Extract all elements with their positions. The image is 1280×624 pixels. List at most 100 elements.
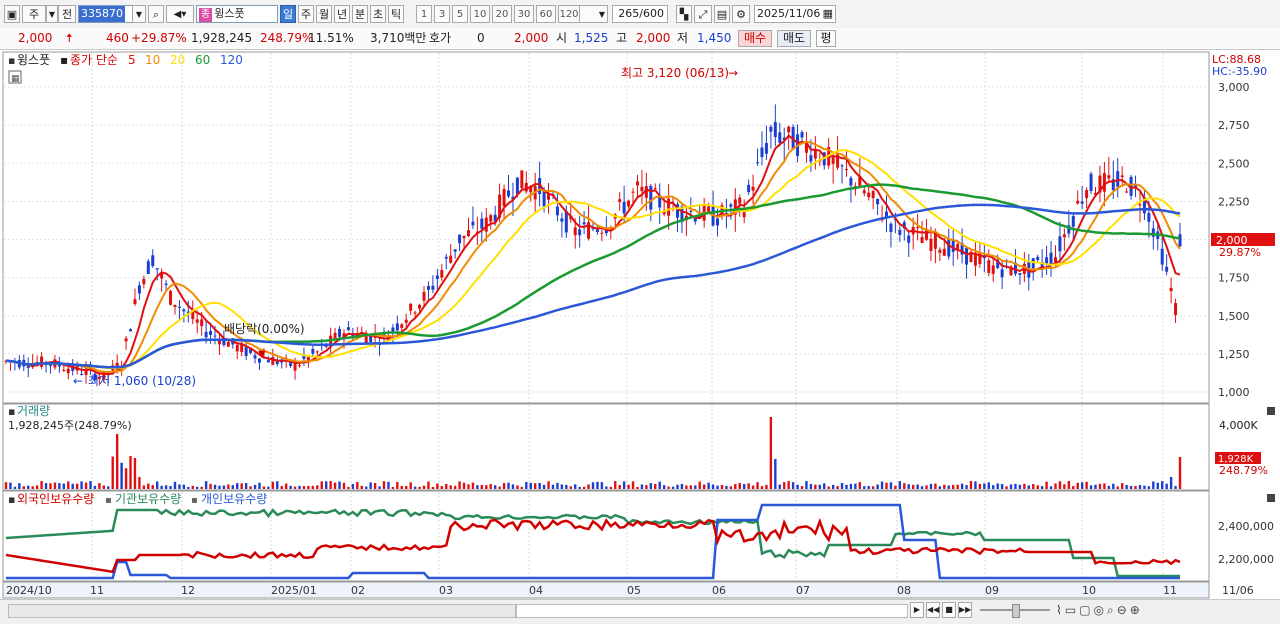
scrollbar-thumb[interactable] <box>8 604 516 618</box>
draw-line-icon[interactable]: ⤢ <box>694 5 712 23</box>
volume-bar <box>320 481 323 489</box>
volume-bar <box>102 485 106 489</box>
volume-bar <box>449 485 452 489</box>
rewind-icon[interactable]: ◀◀ <box>926 602 940 618</box>
interval-button-20[interactable]: 20 <box>492 5 512 23</box>
period-button-5[interactable]: 초 <box>370 5 386 23</box>
volume-bar <box>814 484 817 489</box>
volume-bar <box>556 482 559 489</box>
x-axis-label: 2024/10 <box>6 584 52 597</box>
candle-body <box>66 368 70 374</box>
volume-bar <box>640 484 644 489</box>
settings-gear-icon[interactable]: ⚙ <box>732 5 750 23</box>
candle-body <box>764 143 768 154</box>
date-field[interactable]: 2025/11/06 ▦ <box>754 5 836 23</box>
volume-bar <box>858 482 862 489</box>
sell-button[interactable]: 매도 <box>777 30 811 47</box>
stop-icon[interactable]: ■ <box>942 602 956 618</box>
volume-bar <box>885 482 888 489</box>
interval-button-5[interactable]: 5 <box>452 5 468 23</box>
period-button-6[interactable]: 틱 <box>388 5 404 23</box>
zoom-slider-handle[interactable] <box>1012 604 1020 618</box>
x-axis-label: 04 <box>529 584 543 597</box>
interval-button-30[interactable]: 30 <box>514 5 534 23</box>
candle-body <box>444 256 448 259</box>
candle-body <box>800 132 804 138</box>
candle-body <box>426 285 430 290</box>
chart-area[interactable]: ▪ 윙스풋 ▪ 종가 단순 5 10 20 60 120 ▦ LC:88.68 HC:-… <box>0 50 1280 621</box>
volume-panel[interactable] <box>2 403 1210 491</box>
bar-count-field[interactable]: 265/600 <box>612 5 668 23</box>
stock-code-value: 335870 <box>79 6 125 22</box>
legend-separator: ▪ <box>60 53 68 67</box>
volume-bar <box>244 483 248 489</box>
calendar-icon[interactable]: ▦ <box>823 6 833 22</box>
chevron-down-icon[interactable]: ▼ <box>46 5 58 23</box>
interval-button-10[interactable]: 10 <box>470 5 490 23</box>
candle-body <box>346 327 350 331</box>
x-axis-label: 03 <box>439 584 453 597</box>
search-icon[interactable]: ⌕ <box>148 5 164 23</box>
chevron-down-icon[interactable]: ▼ <box>132 5 146 23</box>
holding-y-tick: 2,200,000 <box>1218 553 1274 566</box>
trade-amount: 3,710백만 <box>370 31 427 45</box>
window-icon[interactable]: ▣ <box>4 5 20 23</box>
volume-bar <box>485 485 488 489</box>
candle-body <box>1062 234 1066 238</box>
menu-dot-icon[interactable]: ▪ <box>8 405 15 418</box>
candle-body <box>862 190 866 194</box>
volume-bar <box>462 482 466 489</box>
scrollbar-track[interactable] <box>516 604 908 618</box>
interval-button-60[interactable]: 60 <box>536 5 556 23</box>
candle-body <box>418 304 422 309</box>
interval-button-3[interactable]: 3 <box>434 5 450 23</box>
candle-body <box>1107 175 1111 179</box>
volume-bar <box>987 482 990 489</box>
drawing-tools-icons[interactable]: ⌇▭▢◎⌕⊖⊕ <box>1056 603 1143 618</box>
candle-body <box>1147 212 1151 222</box>
volume-bar <box>369 482 372 489</box>
volume-bar <box>249 486 252 489</box>
save-icon[interactable]: ▤ <box>714 5 730 23</box>
period-button-2[interactable]: 월 <box>316 5 332 23</box>
holding-panel[interactable] <box>2 490 1210 582</box>
price-panel-stock-name: 윙스풋 <box>17 53 50 67</box>
stock-name-field[interactable]: 종 윙스풋 <box>196 5 278 23</box>
volume-bar <box>952 484 955 489</box>
volume-bar <box>436 483 439 489</box>
menu-dot-icon[interactable]: ▪ <box>8 54 15 67</box>
prev-button[interactable]: 전 <box>58 5 76 23</box>
interval-button-120[interactable]: 120 <box>558 5 580 23</box>
interval-button-1[interactable]: 1 <box>416 5 432 23</box>
volume-bar <box>302 486 306 489</box>
volume-bar <box>107 486 110 489</box>
buy-button[interactable]: 매수 <box>738 30 772 47</box>
volume-bar <box>1094 484 1097 489</box>
menu-dot-icon[interactable]: ▪ <box>8 493 15 506</box>
candle-body <box>929 238 933 252</box>
market-select[interactable]: 주 <box>22 5 46 23</box>
period-button-3[interactable]: 년 <box>334 5 350 23</box>
volume-bar <box>618 485 621 489</box>
volume-bar <box>1023 483 1026 489</box>
candle-body <box>151 255 155 267</box>
chart-tools-icon[interactable]: ▚ <box>676 5 692 23</box>
x-axis-label: 08 <box>897 584 911 597</box>
play-icon[interactable]: ▶ <box>910 602 924 618</box>
forward-icon[interactable]: ▶▶ <box>958 602 972 618</box>
volume-bar <box>707 482 710 489</box>
volume-close-icon[interactable] <box>1267 407 1275 415</box>
volume-bar <box>992 485 995 489</box>
holding-close-icon[interactable] <box>1267 494 1275 502</box>
period-button-1[interactable]: 주 <box>298 5 314 23</box>
volume-bar <box>418 486 421 489</box>
stock-chart[interactable]: ▪ 윙스풋 ▪ 종가 단순 5 10 20 60 120 ▦ LC:88.68 HC:-… <box>0 50 1280 621</box>
period-button-0[interactable]: 일 <box>280 5 296 23</box>
period-button-4[interactable]: 분 <box>352 5 368 23</box>
speaker-icon[interactable]: ◀▾ <box>166 5 194 23</box>
candle-body <box>1178 234 1182 247</box>
volume-bar <box>1045 481 1048 489</box>
volume-bar <box>698 481 701 489</box>
eval-button[interactable]: 평 <box>816 30 836 47</box>
volume-bar <box>347 486 350 489</box>
